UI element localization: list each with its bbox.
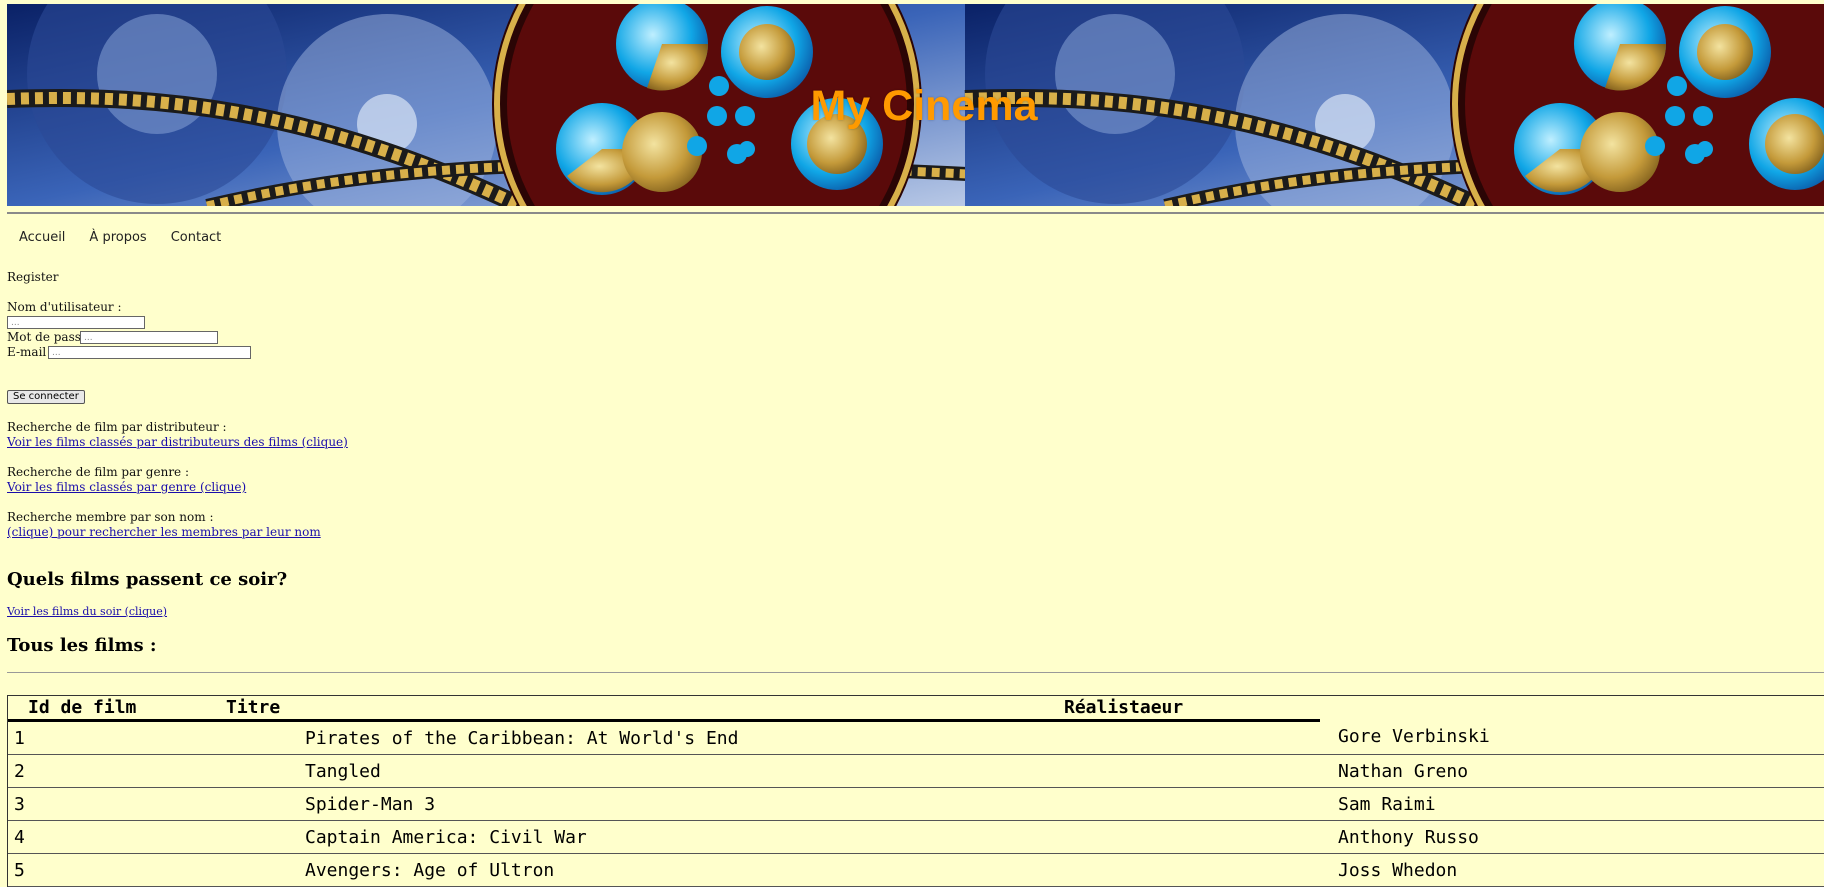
film-director-cell: Joss Whedon [1338,860,1458,881]
table-row: 3 Spider-Man 3 Sam Raimi [8,788,1824,821]
table-row: 1 Pirates of the Caribbean: At World's E… [8,722,1824,755]
email-input[interactable] [48,346,251,359]
register-heading: Register [7,270,59,284]
login-button[interactable]: Se connecter [7,390,85,404]
nav-item-accueil[interactable]: Accueil [19,230,65,245]
film-director-cell: Gore Verbinski [1338,726,1490,747]
member-search-label: Recherche membre par son nom : [7,510,214,524]
film-title-cell: Pirates of the Caribbean: At World's End [305,728,739,749]
member-search-link[interactable]: (clique) pour rechercher les membres par… [7,525,321,539]
distributor-search-link[interactable]: Voir les films classés par distributeurs… [7,435,348,449]
film-director-cell: Sam Raimi [1338,794,1436,815]
table-row: 4 Captain America: Civil War Anthony Rus… [8,821,1824,854]
main-nav: Accueil À propos Contact [19,230,245,245]
header-banner: My Cinema [7,4,1824,206]
films-table: Id de film Titre Réalistaeur 1 Pirates o… [7,695,1824,887]
film-id-cell: 3 [14,794,25,815]
site-title: My Cinema [810,82,1038,130]
film-id-cell: 2 [14,761,25,782]
nav-item-a-propos[interactable]: À propos [89,230,146,245]
genre-search-link[interactable]: Voir les films classés par genre (clique… [7,480,246,494]
column-header-title: Titre [226,697,281,718]
nav-item-contact[interactable]: Contact [171,230,222,245]
username-label: Nom d'utilisateur : [7,300,122,314]
banner-divider [7,212,1824,214]
film-director-cell: Nathan Greno [1338,761,1469,782]
all-films-heading: Tous les films : [7,635,157,656]
table-header: Id de film Titre Réalistaeur [8,696,1824,722]
tonight-heading: Quels films passent ce soir? [7,569,288,590]
genre-search-label: Recherche de film par genre : [7,465,190,479]
film-director-cell: Anthony Russo [1338,827,1479,848]
film-id-cell: 1 [14,728,25,749]
film-title-cell: Avengers: Age of Ultron [305,860,555,881]
table-row: 2 Tangled Nathan Greno [8,755,1824,788]
username-input[interactable] [7,316,145,329]
films-divider [7,672,1824,673]
film-id-cell: 4 [14,827,25,848]
distributor-search-label: Recherche de film par distributeur : [7,420,227,434]
tonight-films-link[interactable]: Voir les films du soir (clique) [7,605,167,618]
table-row: 5 Avengers: Age of Ultron Joss Whedon [8,854,1824,887]
column-header-id: Id de film [28,697,137,718]
column-header-director: Réalistaeur [1064,697,1184,718]
password-input[interactable] [80,331,218,344]
film-title-cell: Tangled [305,761,381,782]
film-title-cell: Captain America: Civil War [305,827,587,848]
film-title-cell: Spider-Man 3 [305,794,436,815]
film-id-cell: 5 [14,860,25,881]
